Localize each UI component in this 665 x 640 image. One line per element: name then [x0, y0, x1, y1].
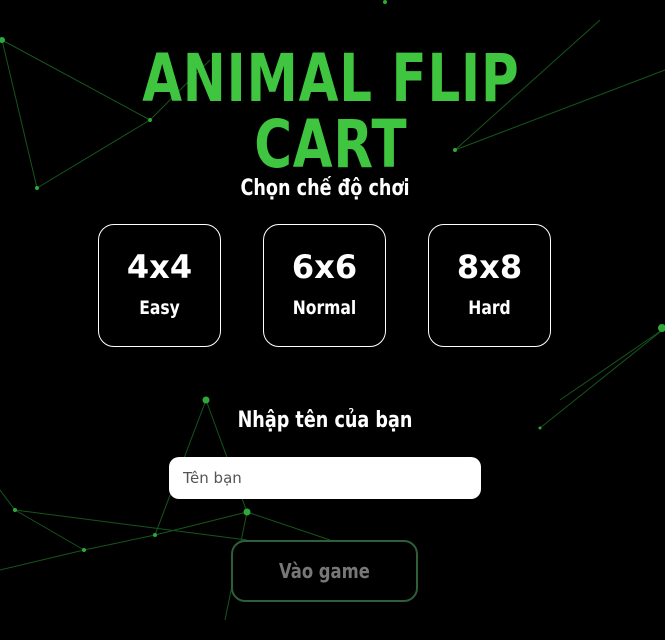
mode-grid-size: 4x4	[126, 248, 193, 286]
enter-game-label: Vào game	[279, 559, 370, 583]
player-name-label: Nhập tên của bạn	[237, 408, 413, 433]
mode-select-label: Chọn chế độ chơi	[240, 176, 410, 201]
mode-card-hard[interactable]: 8x8 Hard	[428, 224, 551, 347]
mode-grid-size: 6x6	[291, 248, 358, 286]
mode-card-easy[interactable]: 4x4 Easy	[98, 224, 221, 347]
player-name-input[interactable]	[169, 457, 481, 499]
mode-card-normal[interactable]: 6x6 Normal	[263, 224, 386, 347]
mode-difficulty: Easy	[139, 297, 180, 319]
mode-grid-size: 8x8	[456, 248, 523, 286]
mode-difficulty: Normal	[292, 297, 357, 319]
game-start-screen: ANIMAL FLIP CART Chọn chế độ chơi 4x4 Ea…	[0, 0, 665, 640]
game-title: ANIMAL FLIP CART	[142, 40, 520, 183]
enter-game-button[interactable]: Vào game	[231, 540, 418, 602]
mode-difficulty: Hard	[468, 297, 511, 319]
